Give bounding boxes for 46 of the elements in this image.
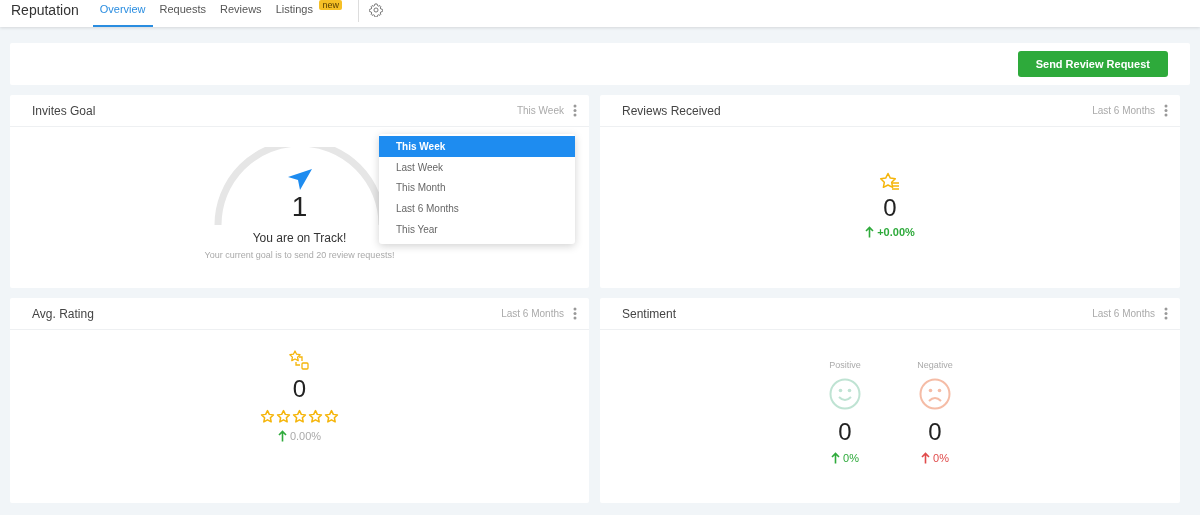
menu-item[interactable]: Last Week — [379, 156, 575, 178]
nav-tab[interactable]: Reviews — [213, 0, 269, 27]
menu-item[interactable]: Last 6 Months — [379, 198, 575, 219]
goal-count: 1 — [291, 193, 308, 221]
sentiment-label: Negative — [917, 360, 953, 370]
card-title: Avg. Rating — [32, 306, 95, 321]
change-percent: 0% — [933, 452, 949, 464]
arrow-up-icon — [865, 226, 875, 238]
card-title: Sentiment — [622, 306, 678, 321]
goal-note: Your current goal is to send 20 review requests! — [204, 250, 395, 260]
period-label: Last 6 Months — [1092, 308, 1155, 319]
nav-tab[interactable]: Overview — [92, 0, 153, 27]
change-percent: +0.00% — [877, 226, 915, 238]
more-icon[interactable] — [573, 307, 577, 320]
arrow-up-icon — [831, 452, 841, 464]
new-badge: new — [319, 0, 342, 10]
settings-icon[interactable] — [368, 3, 383, 17]
sentiment-count: 0 — [838, 420, 852, 444]
page-title: Reputation — [10, 1, 80, 20]
nav-tab[interactable]: Requests — [152, 0, 214, 27]
arrow-up-icon — [921, 452, 931, 464]
smiley-face-icon — [829, 378, 861, 410]
change-percent: 0.00% — [289, 430, 322, 442]
card-title: Reviews Received — [622, 103, 722, 118]
period-label: Last 6 Months — [1092, 105, 1155, 116]
more-icon[interactable] — [1164, 307, 1168, 320]
more-icon[interactable] — [1164, 104, 1168, 117]
status-text: You are on Track! — [252, 231, 347, 245]
menu-item[interactable]: This Week — [379, 136, 575, 157]
sentiment-label: Positive — [829, 360, 861, 370]
average-rating: 0 — [292, 377, 307, 401]
star-list-icon — [879, 172, 901, 192]
sad-face-icon — [919, 378, 951, 410]
nav-tab[interactable]: Listings — [268, 0, 320, 27]
change-percent: 0% — [843, 452, 859, 464]
period-label: Last 6 Months — [501, 308, 564, 319]
menu-item[interactable]: This Year — [379, 218, 575, 240]
review-count: 0 — [883, 196, 897, 220]
period-label: This Week — [516, 105, 564, 116]
paper-plane-icon — [287, 169, 312, 190]
rating-icon — [289, 350, 310, 371]
sentiment-count: 0 — [928, 420, 942, 444]
more-icon[interactable] — [573, 104, 577, 117]
menu-item[interactable]: This Month — [379, 177, 575, 199]
card-title: Invites Goal — [32, 103, 97, 118]
arrow-up-icon — [277, 430, 287, 442]
